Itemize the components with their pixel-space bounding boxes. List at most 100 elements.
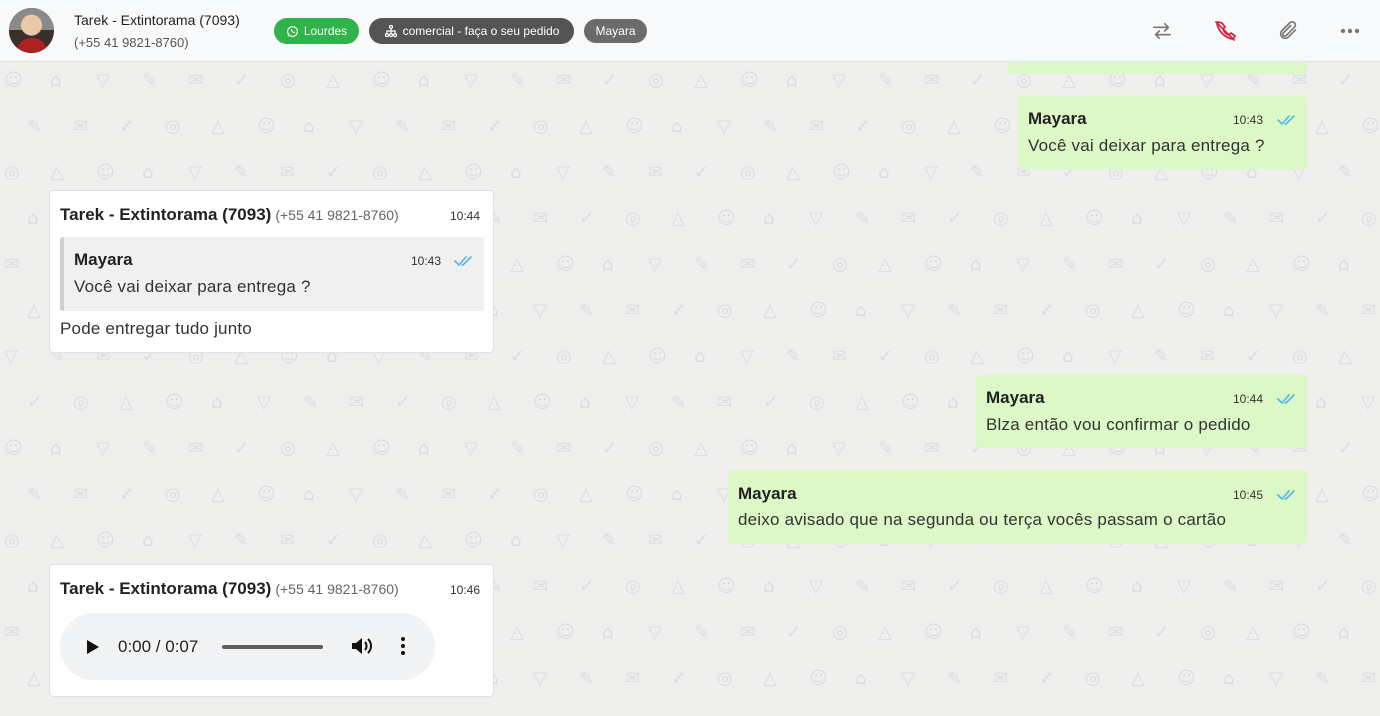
wallpaper-doodle: △ [211, 484, 225, 505]
more-options-button[interactable] [1336, 17, 1364, 45]
wallpaper-doodle: △ [487, 392, 501, 413]
wallpaper-doodle: △ [1246, 622, 1260, 643]
wallpaper-doodle: ☺ [1361, 484, 1380, 505]
wallpaper-doodle: △ [1131, 668, 1145, 689]
audio-progress-track[interactable] [222, 645, 323, 649]
end-call-button[interactable] [1211, 17, 1239, 45]
wallpaper-doodle: ▽ [809, 208, 823, 229]
message-sender: Mayara [738, 484, 797, 503]
wallpaper-doodle: ✓ [602, 70, 618, 91]
wallpaper-doodle: ▽ [1016, 622, 1030, 643]
wallpaper-doodle: ⌂ [1131, 208, 1143, 229]
wallpaper-doodle: ◎ [832, 254, 848, 275]
wallpaper-doodle: ▽ [556, 162, 570, 183]
wallpaper-doodle: ✎ [947, 300, 963, 321]
wallpaper-doodle: ▽ [1269, 300, 1283, 321]
wallpaper-doodle: △ [50, 162, 64, 183]
contact-avatar[interactable] [9, 8, 54, 53]
wallpaper-doodle: ▽ [257, 392, 271, 413]
wallpaper-doodle: ✓ [855, 116, 871, 137]
wallpaper-doodle: ◎ [1085, 300, 1101, 321]
wallpaper-doodle: △ [878, 254, 892, 275]
wallpaper-doodle: ◎ [165, 484, 181, 505]
wallpaper-doodle: ✉ [1361, 668, 1377, 689]
wallpaper-doodle: △ [694, 70, 708, 91]
audio-player[interactable]: 0:00 / 0:07 [60, 613, 435, 680]
wallpaper-doodle: ✎ [234, 162, 250, 183]
wallpaper-doodle: ☺ [740, 70, 759, 91]
wallpaper-doodle: ✎ [1338, 530, 1354, 551]
wallpaper-doodle: △ [671, 208, 685, 229]
wallpaper-doodle: ☺ [257, 484, 276, 505]
wallpaper-doodle: ▽ [1016, 254, 1030, 275]
wallpaper-doodle: ⌂ [211, 392, 223, 413]
wallpaper-doodle: ⌂ [855, 668, 867, 689]
message-bubble-outgoing[interactable]: Mayara 10:43 Você vai deixar para entreg… [1018, 96, 1307, 169]
play-icon[interactable] [84, 637, 102, 657]
attachment-button[interactable] [1274, 17, 1302, 45]
wallpaper-doodle: ✉ [901, 576, 917, 597]
wallpaper-doodle: ☺ [1292, 254, 1311, 275]
wallpaper-doodle: ✎ [947, 668, 963, 689]
wallpaper-doodle: ✎ [234, 530, 250, 551]
wallpaper-doodle: ⌂ [786, 438, 798, 459]
wallpaper-doodle: ✓ [786, 622, 802, 643]
volume-icon[interactable] [350, 635, 374, 657]
wallpaper-doodle: ⌂ [142, 162, 154, 183]
previous-message-bubble[interactable] [1008, 62, 1307, 74]
quoted-message-time: 10:43 [411, 254, 442, 268]
wallpaper-doodle: ✓ [395, 392, 411, 413]
wallpaper-doodle: ✎ [579, 300, 595, 321]
wallpaper-doodle: ✓ [1315, 208, 1331, 229]
wallpaper-doodle: △ [947, 116, 961, 137]
transfer-button[interactable] [1148, 17, 1176, 45]
end-call-icon [1215, 21, 1236, 41]
wallpaper-doodle: ◎ [4, 530, 20, 551]
wallpaper-doodle: △ [786, 162, 800, 183]
wallpaper-doodle: ▽ [1269, 668, 1283, 689]
queue-tree-icon [384, 24, 397, 38]
wallpaper-doodle: ▽ [901, 300, 915, 321]
wallpaper-doodle: △ [1315, 116, 1329, 137]
message-bubble-incoming[interactable]: Tarek - Extintorama (7093) (+55 41 9821-8… [49, 190, 494, 353]
wallpaper-doodle: ✉ [533, 208, 549, 229]
message-time: 10:45 [1233, 488, 1264, 502]
wallpaper-doodle: ⌂ [763, 208, 775, 229]
wallpaper-doodle: ☺ [372, 438, 391, 459]
wallpaper-doodle: ☺ [809, 300, 828, 321]
wallpaper-doodle: △ [50, 530, 64, 551]
wallpaper-doodle: ☺ [717, 576, 736, 597]
wallpaper-doodle: ☺ [1016, 346, 1035, 367]
wallpaper-doodle: ☺ [625, 116, 644, 137]
read-ticks-icon [1277, 394, 1295, 405]
wallpaper-doodle: ✎ [27, 484, 43, 505]
wallpaper-doodle: ▽ [533, 300, 547, 321]
wallpaper-doodle: ▽ [1361, 392, 1375, 413]
quoted-message[interactable]: Mayara 10:43 Você vai deixar para entreg… [60, 237, 484, 311]
transfer-icon [1153, 22, 1171, 40]
wallpaper-doodle: ✓ [878, 346, 894, 367]
wallpaper-doodle: ⌂ [1223, 300, 1235, 321]
wallpaper-doodle: ⌂ [27, 208, 39, 229]
wallpaper-doodle: ▽ [717, 116, 731, 137]
wallpaper-doodle: △ [1131, 300, 1145, 321]
wallpaper-doodle: ✓ [579, 208, 595, 229]
wallpaper-doodle: △ [510, 622, 524, 643]
wallpaper-doodle: ✉ [740, 254, 756, 275]
wallpaper-doodle: ✎ [671, 392, 687, 413]
wallpaper-doodle: ✎ [510, 438, 526, 459]
message-bubble-incoming-audio[interactable]: Tarek - Extintorama (7093) (+55 41 9821-8… [49, 564, 494, 697]
message-sender: Tarek - Extintorama (7093) (+55 41 9821-8… [60, 205, 399, 225]
message-bubble-outgoing[interactable]: Mayara 10:44 Blza então vou confirmar o … [976, 375, 1307, 448]
wallpaper-doodle: ☺ [165, 392, 184, 413]
contact-name[interactable]: Tarek - Extintorama (7093) [74, 12, 240, 28]
audio-time: 0:00 / 0:07 [118, 637, 199, 656]
wallpaper-doodle: ⌂ [878, 162, 890, 183]
audio-more-icon[interactable] [398, 635, 408, 657]
queue-label: comercial - faça o seu pedido [402, 24, 560, 38]
wallpaper-doodle: ✉ [188, 438, 204, 459]
wallpaper-doodle: ☺ [1085, 208, 1104, 229]
wallpaper-doodle: ▽ [556, 530, 570, 551]
message-sender-name: Tarek - Extintorama (7093) [60, 205, 272, 224]
message-bubble-outgoing[interactable]: Mayara 10:45 deixo avisado que na segund… [728, 470, 1307, 544]
